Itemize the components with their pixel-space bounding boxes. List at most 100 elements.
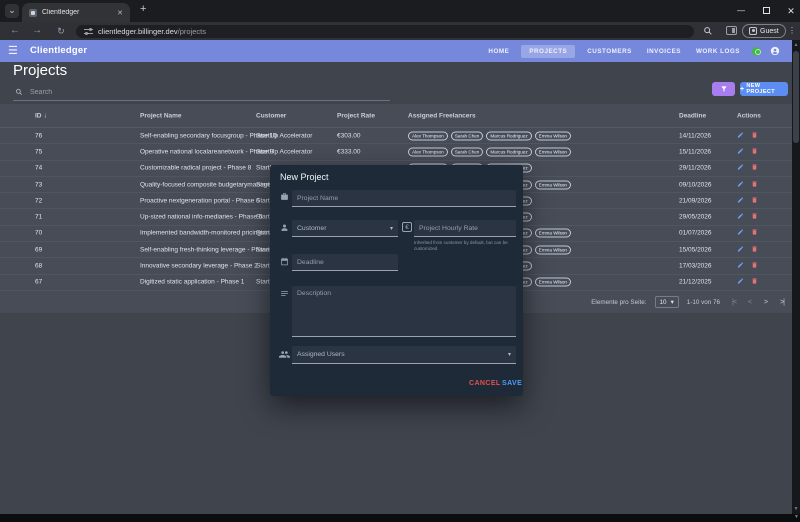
row-actions xyxy=(737,131,765,140)
edit-icon[interactable] xyxy=(737,229,744,236)
edit-icon[interactable] xyxy=(737,245,744,252)
row-deadline: 14/11/2026 xyxy=(679,132,712,140)
nav-item-work-logs[interactable]: WORK LOGS xyxy=(693,45,743,58)
edit-icon[interactable] xyxy=(737,196,744,203)
side-panel-icon[interactable] xyxy=(726,26,737,35)
nav-item-customers[interactable]: CUSTOMERS xyxy=(584,45,635,58)
scroll-down-corner-icon: ▼ xyxy=(794,514,799,520)
table-row[interactable]: 76 Self-enabling secondary focusgroup - P… xyxy=(0,128,792,145)
edit-icon[interactable] xyxy=(737,180,744,187)
browser-menu-button[interactable]: ⋮ xyxy=(788,22,796,40)
column-header-name[interactable]: Project Name xyxy=(140,112,182,119)
profile-avatar-icon xyxy=(749,27,757,35)
delete-icon[interactable] xyxy=(751,229,758,236)
row-rate: €303.00 xyxy=(337,132,361,140)
scrollbar-thumb[interactable] xyxy=(793,51,799,143)
site-settings-icon[interactable] xyxy=(84,27,93,35)
nav-item-projects[interactable]: PROJECTS xyxy=(521,44,576,58)
column-header-customer[interactable]: Customer xyxy=(256,112,286,119)
tab-search-button[interactable]: ⌄ xyxy=(5,4,19,18)
edit-icon[interactable] xyxy=(737,131,744,138)
scroll-down-icon[interactable]: ▼ xyxy=(792,505,800,513)
screen: ⌄ Clientledger ✕ + — ✕ ← → ↻ clientledge… xyxy=(0,0,800,522)
column-header-rate[interactable]: Project Rate xyxy=(337,112,375,119)
freelancer-chip: Sarah Chen xyxy=(450,147,484,157)
delete-icon[interactable] xyxy=(751,147,758,154)
zoom-icon[interactable] xyxy=(703,26,713,36)
column-header-freelancers: Assigned Freelancers xyxy=(408,112,476,119)
delete-icon[interactable] xyxy=(751,164,758,171)
delete-icon[interactable] xyxy=(751,131,758,138)
delete-icon[interactable] xyxy=(751,180,758,187)
delete-icon[interactable] xyxy=(751,213,758,220)
project-name-input[interactable] xyxy=(292,190,516,207)
address-bar[interactable]: clientledger.billinger.dev/projects xyxy=(76,24,694,38)
row-deadline: 21/12/2025 xyxy=(679,278,712,286)
cancel-button[interactable]: CANCEL xyxy=(469,380,501,387)
row-deadline: 15/11/2026 xyxy=(679,148,712,156)
new-tab-button[interactable]: + xyxy=(140,3,146,15)
briefcase-icon xyxy=(280,192,289,201)
new-project-button[interactable]: + NEW PROJECT xyxy=(740,82,788,96)
page-scrollbar[interactable]: ▲ ▼ xyxy=(792,40,800,514)
save-button[interactable]: SAVE xyxy=(502,380,522,387)
nav-item-home[interactable]: HOME xyxy=(485,45,512,58)
chevron-down-icon: ▾ xyxy=(389,225,393,232)
first-page-button[interactable]: |< xyxy=(732,299,737,306)
table-row[interactable]: 75 Operative national localareanetwork - … xyxy=(0,144,792,161)
hamburger-menu-icon[interactable]: ☰ xyxy=(8,44,18,58)
search-field[interactable] xyxy=(13,84,390,101)
description-textarea[interactable] xyxy=(292,286,516,337)
delete-icon[interactable] xyxy=(751,196,758,203)
group-icon xyxy=(279,350,290,359)
last-page-button[interactable]: >| xyxy=(780,299,785,306)
back-button[interactable]: ← xyxy=(6,22,24,40)
edit-icon[interactable] xyxy=(737,147,744,154)
edit-icon[interactable] xyxy=(737,262,744,269)
scroll-up-icon[interactable]: ▲ xyxy=(792,41,800,49)
tab-close-icon[interactable]: ✕ xyxy=(117,9,123,17)
row-actions xyxy=(737,164,765,173)
row-deadline: 29/11/2026 xyxy=(679,164,712,172)
pager: |< < > >| xyxy=(732,299,785,306)
row-actions xyxy=(737,278,765,287)
edit-icon[interactable] xyxy=(737,278,744,285)
prev-page-button[interactable]: < xyxy=(748,299,752,306)
edit-icon[interactable] xyxy=(737,164,744,171)
profile-button[interactable]: Guest xyxy=(742,24,786,38)
row-id: 76 xyxy=(35,132,43,140)
window-bottom-edge: ▼ xyxy=(0,514,800,522)
reload-button[interactable]: ↻ xyxy=(52,22,70,40)
green-status-icon[interactable] xyxy=(752,46,761,56)
window-close-button[interactable]: ✕ xyxy=(778,0,800,22)
row-actions xyxy=(737,180,765,189)
hourly-rate-input[interactable] xyxy=(414,220,516,237)
new-project-label: NEW PROJECT xyxy=(746,83,775,95)
browser-toolbar: ← → ↻ clientledger.billinger.dev/project… xyxy=(0,22,800,40)
customer-select[interactable]: Customer ▾ xyxy=(292,220,398,237)
search-input[interactable] xyxy=(28,87,388,97)
delete-icon[interactable] xyxy=(751,262,758,269)
deadline-input[interactable] xyxy=(292,254,398,271)
hourly-rate-helper: Inherited from customer by default, but … xyxy=(414,240,508,252)
filter-button[interactable] xyxy=(712,82,735,96)
app-brand[interactable]: Clientledger xyxy=(30,45,87,56)
column-header-id[interactable]: ID ↓ xyxy=(35,112,47,119)
per-page-select[interactable]: 10 ▾ xyxy=(654,296,679,308)
freelancer-chip: Emma Wilson xyxy=(534,131,571,141)
column-header-deadline[interactable]: Deadline xyxy=(679,112,706,119)
assigned-users-select[interactable]: Assigned Users ▾ xyxy=(292,346,516,364)
next-page-button[interactable]: > xyxy=(764,299,768,306)
account-circle-icon[interactable] xyxy=(770,46,780,56)
delete-icon[interactable] xyxy=(751,245,758,252)
maximize-button[interactable] xyxy=(753,0,779,22)
browser-tab[interactable]: Clientledger ✕ xyxy=(22,3,130,22)
row-id: 68 xyxy=(35,262,43,270)
nav-item-invoices[interactable]: INVOICES xyxy=(644,45,684,58)
edit-icon[interactable] xyxy=(737,213,744,220)
delete-icon[interactable] xyxy=(751,278,758,285)
row-actions xyxy=(737,147,765,156)
freelancer-chip: Alex Thompson xyxy=(408,131,448,141)
minimize-button[interactable]: — xyxy=(728,0,754,22)
forward-button[interactable]: → xyxy=(28,22,46,40)
